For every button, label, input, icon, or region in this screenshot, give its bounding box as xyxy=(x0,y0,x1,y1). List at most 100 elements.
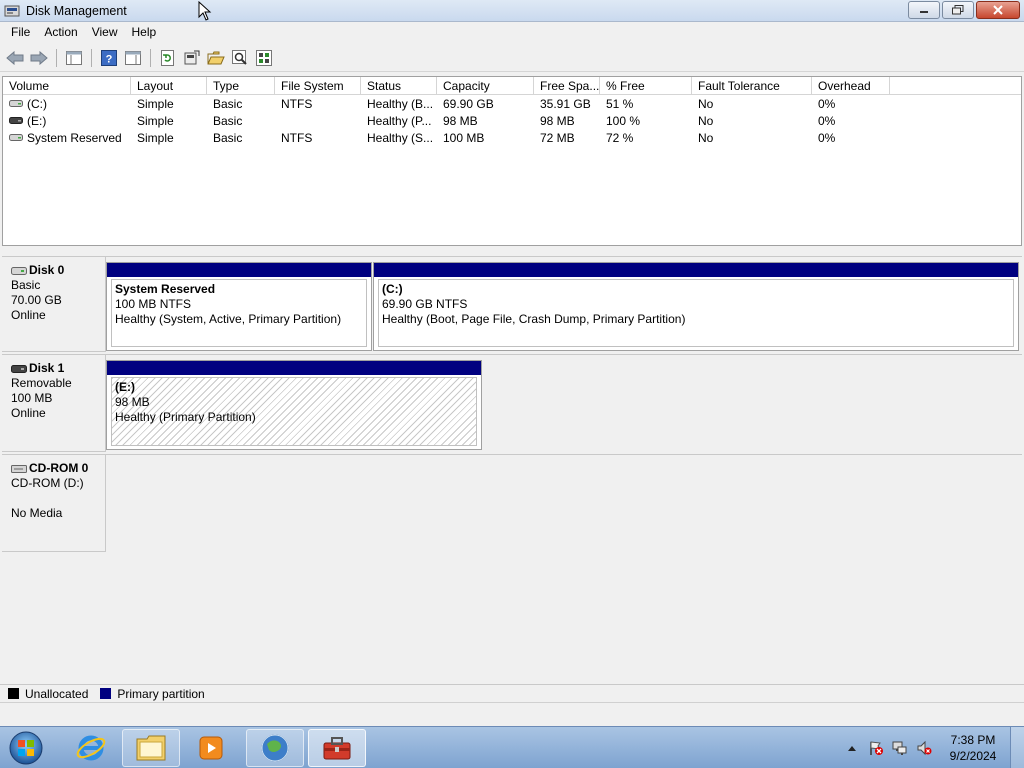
partition-c[interactable]: (C:) 69.90 GB NTFS Healthy (Boot, Page F… xyxy=(373,262,1019,351)
partition-system-reserved[interactable]: System Reserved 100 MB NTFS Healthy (Sys… xyxy=(106,262,372,351)
status-cell: Healthy (B... xyxy=(367,96,434,111)
settings-button[interactable] xyxy=(253,47,275,69)
fault-tolerance-cell: No xyxy=(698,96,714,111)
percent-free-cell: 51 % xyxy=(606,96,634,111)
taskbar-app-file-explorer[interactable] xyxy=(122,729,180,767)
capacity-cell: 69.90 GB xyxy=(443,96,494,111)
rescan-disks-button[interactable] xyxy=(181,47,203,69)
minimize-button[interactable] xyxy=(908,1,940,19)
disk-status: No Media xyxy=(11,506,63,520)
column-header-fault-tolerance[interactable]: Fault Tolerance xyxy=(692,77,812,94)
disk-map: Disk 0 Basic 70.00 GB Online System Rese… xyxy=(0,252,1024,702)
volume-list[interactable]: Volume Layout Type File System Status Ca… xyxy=(2,76,1022,246)
disk-0-partitions: System Reserved 100 MB NTFS Healthy (Sys… xyxy=(106,256,1022,352)
cdrom-0-label[interactable]: CD-ROM 0 CD-ROM (D:) No Media xyxy=(2,454,106,552)
restore-button[interactable] xyxy=(942,1,974,19)
help-icon: ? xyxy=(101,49,117,66)
fault-tolerance-cell: No xyxy=(698,130,714,145)
file-system-cell: NTFS xyxy=(281,96,313,111)
column-header-layout[interactable]: Layout xyxy=(131,77,207,94)
find-button[interactable] xyxy=(229,47,251,69)
mouse-cursor-icon xyxy=(198,1,212,21)
overhead-cell: 0% xyxy=(818,113,836,128)
speaker-muted-icon xyxy=(917,740,932,756)
forward-arrow-icon xyxy=(30,50,48,65)
menu-action[interactable]: Action xyxy=(37,22,84,42)
overhead-cell: 0% xyxy=(818,130,836,145)
partition-status: Healthy (Primary Partition) xyxy=(115,410,256,424)
disk-status: Online xyxy=(11,406,46,420)
primary-partition-bar xyxy=(374,263,1018,277)
disk-size xyxy=(11,491,105,506)
menu-view[interactable]: View xyxy=(85,22,125,42)
disk-1-label[interactable]: Disk 1 Removable 100 MB Online xyxy=(2,354,106,452)
capacity-cell: 98 MB xyxy=(443,113,478,128)
refresh-icon xyxy=(161,49,174,66)
status-cell: Healthy (P... xyxy=(367,113,432,128)
menu-help[interactable]: Help xyxy=(125,22,164,42)
percent-free-cell: 72 % xyxy=(606,130,634,145)
back-button[interactable] xyxy=(4,47,26,69)
legend: Unallocated Primary partition xyxy=(0,684,1024,702)
open-button[interactable] xyxy=(205,47,227,69)
hard-drive-icon xyxy=(9,134,23,141)
pane-icon xyxy=(125,50,141,65)
disk-type: Basic xyxy=(11,278,41,292)
taskbar-app-computer-management[interactable] xyxy=(308,729,366,767)
console-tree-icon xyxy=(66,50,82,65)
legend-label-unallocated: Unallocated xyxy=(25,686,89,701)
column-header-file-system[interactable]: File System xyxy=(275,77,361,94)
primary-partition-bar xyxy=(107,361,481,375)
internet-explorer-icon xyxy=(76,735,106,761)
table-row[interactable]: (E:) Simple Basic Healthy (P... 98 MB 98… xyxy=(3,112,1021,129)
toolbar: ? xyxy=(0,44,1024,72)
partition-size: 98 MB xyxy=(115,395,150,409)
removable-drive-icon xyxy=(9,117,23,124)
primary-partition-bar xyxy=(107,263,371,277)
show-desktop-button[interactable] xyxy=(1010,727,1024,768)
file-system-cell xyxy=(275,112,361,129)
menu-bar: File Action View Help xyxy=(0,22,1024,42)
disk-0-label[interactable]: Disk 0 Basic 70.00 GB Online xyxy=(2,256,106,352)
column-header-type[interactable]: Type xyxy=(207,77,275,94)
forward-button[interactable] xyxy=(28,47,50,69)
column-header-percent-free[interactable]: % Free xyxy=(600,77,692,94)
partition-status: Healthy (Boot, Page File, Crash Dump, Pr… xyxy=(382,312,686,326)
disk-size: 100 MB xyxy=(11,391,53,405)
percent-free-cell: 100 % xyxy=(606,113,641,128)
properties-pane-button[interactable] xyxy=(122,47,144,69)
column-header-overhead[interactable]: Overhead xyxy=(812,77,890,94)
start-button[interactable] xyxy=(6,729,46,767)
close-button[interactable] xyxy=(976,1,1020,19)
toolbar-separator xyxy=(150,48,151,67)
column-header-capacity[interactable]: Capacity xyxy=(437,77,534,94)
status-cell: Healthy (S... xyxy=(367,130,434,145)
action-center-tray-icon[interactable] xyxy=(867,739,885,757)
show-hidden-icons-button[interactable] xyxy=(843,739,861,757)
table-row[interactable]: (C:) Simple Basic NTFS Healthy (B... 69.… xyxy=(3,95,1021,112)
taskbar-app-internet-explorer[interactable] xyxy=(62,729,120,767)
taskbar-app-network[interactable] xyxy=(246,729,304,767)
title-bar: Disk Management xyxy=(0,0,1024,22)
partition-e[interactable]: (E:) 98 MB Healthy (Primary Partition) xyxy=(106,360,482,450)
network-tray-icon[interactable] xyxy=(891,739,909,757)
open-folder-icon xyxy=(207,51,225,64)
taskbar-app-media-player[interactable] xyxy=(182,729,240,767)
menu-file[interactable]: File xyxy=(4,22,37,42)
column-header-status[interactable]: Status xyxy=(361,77,437,94)
status-bar xyxy=(0,702,1024,726)
free-space-cell: 72 MB xyxy=(540,130,575,145)
cdrom-0-partitions xyxy=(106,454,1022,552)
refresh-button[interactable] xyxy=(157,47,179,69)
show-hide-console-button[interactable] xyxy=(63,47,85,69)
fault-tolerance-cell: No xyxy=(698,113,714,128)
column-header-volume[interactable]: Volume xyxy=(3,77,131,94)
column-header-free-space[interactable]: Free Spa... xyxy=(534,77,600,94)
table-row[interactable]: System Reserved Simple Basic NTFS Health… xyxy=(3,129,1021,146)
taskbar-clock[interactable]: 7:38 PM 9/2/2024 xyxy=(936,732,1010,764)
disk-name: Disk 0 xyxy=(29,263,65,277)
settings-grid-icon xyxy=(256,49,272,66)
volume-tray-icon[interactable] xyxy=(915,739,933,757)
help-button[interactable]: ? xyxy=(98,47,120,69)
taskbar: 7:38 PM 9/2/2024 xyxy=(0,726,1024,768)
